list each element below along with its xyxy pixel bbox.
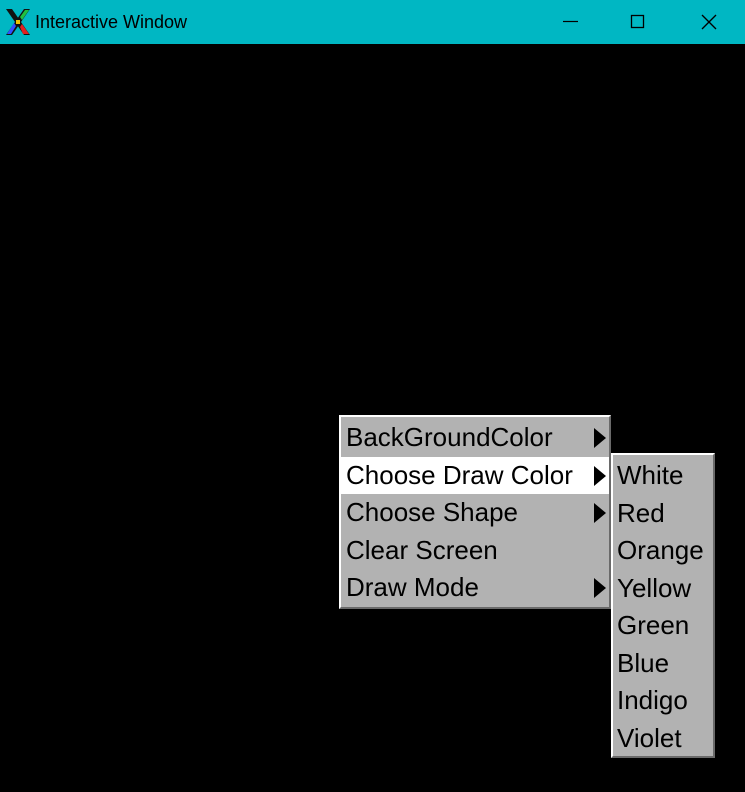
submenu-arrow-icon	[594, 503, 606, 524]
color-option-blue[interactable]: Blue	[613, 645, 713, 683]
x-logo-icon	[4, 8, 32, 36]
menu-item-label: Clear Screen	[346, 534, 498, 565]
menu-item-label: Choose Shape	[346, 497, 519, 528]
menu-item-label: Green	[617, 610, 690, 640]
color-option-indigo[interactable]: Indigo	[613, 682, 713, 720]
color-option-violet[interactable]: Violet	[613, 720, 713, 758]
draw-color-submenu: White Red Orange Yellow Green Blue Indig…	[611, 453, 715, 758]
menu-item-label: Violet	[617, 722, 682, 753]
title-bar[interactable]: Interactive Window	[0, 0, 745, 44]
menu-item-label: Orange	[617, 535, 704, 565]
menu-item-label: Draw Mode	[346, 572, 479, 603]
minimize-button[interactable]	[536, 0, 604, 44]
menu-item-draw-mode[interactable]: Draw Mode	[341, 569, 609, 607]
menu-item-label: White	[617, 460, 684, 490]
menu-item-label: BackGroundColor	[346, 422, 553, 452]
minimize-icon	[563, 20, 578, 23]
context-menu: BackGroundColor Choose Draw Color Choose…	[339, 415, 611, 609]
color-option-white[interactable]: White	[613, 457, 713, 495]
color-option-yellow[interactable]: Yellow	[613, 570, 713, 608]
close-icon	[701, 14, 717, 30]
color-option-orange[interactable]: Orange	[613, 532, 713, 570]
menu-item-choose-draw-color[interactable]: Choose Draw Color	[341, 456, 609, 495]
menu-item-background-color[interactable]: BackGroundColor	[341, 419, 609, 457]
color-option-green[interactable]: Green	[613, 607, 713, 645]
maximize-button[interactable]	[604, 0, 672, 44]
close-button[interactable]	[677, 0, 745, 44]
menu-item-label: Choose Draw Color	[346, 459, 573, 490]
menu-item-label: Indigo	[617, 685, 688, 715]
menu-item-label: Red	[617, 497, 665, 528]
submenu-arrow-icon	[594, 428, 606, 448]
color-option-red[interactable]: Red	[613, 495, 713, 533]
maximize-icon	[630, 14, 645, 29]
submenu-arrow-icon	[594, 465, 606, 486]
application-window: Interactive Window BackGroundColor Choos…	[0, 0, 745, 792]
menu-item-clear-screen[interactable]: Clear Screen	[341, 532, 609, 570]
window-title: Interactive Window	[35, 12, 188, 32]
menu-item-label: Yellow	[617, 572, 692, 603]
menu-item-label: Blue	[617, 647, 670, 678]
menu-item-choose-shape[interactable]: Choose Shape	[341, 494, 609, 532]
submenu-arrow-icon	[594, 578, 606, 599]
